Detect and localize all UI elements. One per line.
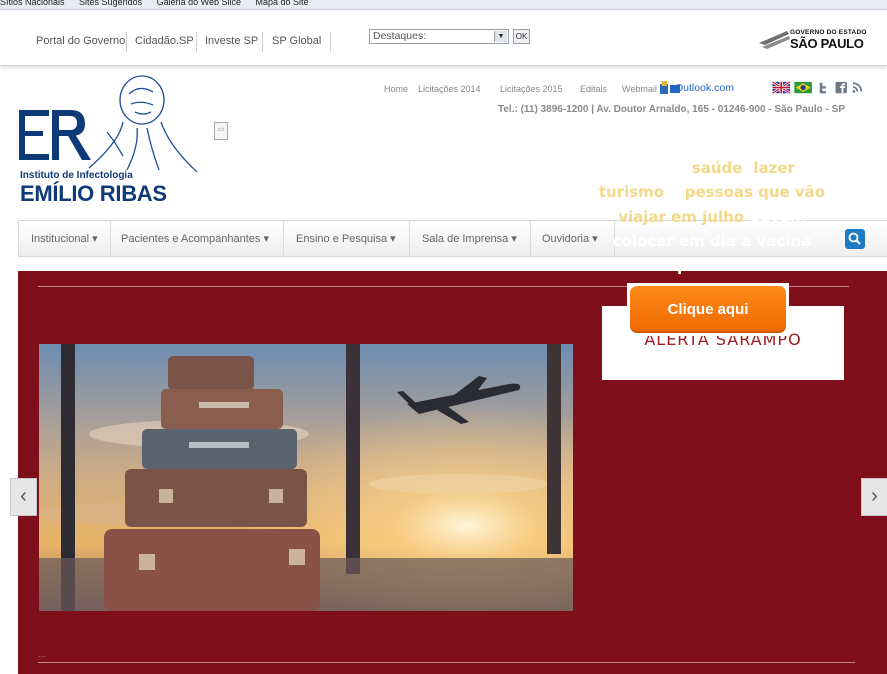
header-link-editais[interactable]: Editais	[580, 84, 607, 94]
divider	[262, 32, 263, 52]
social-icons	[771, 81, 863, 95]
rss-icon	[852, 82, 863, 93]
nav-item-label: Pacientes e Acompanhantes	[121, 233, 261, 245]
nav-item-label: Institucional	[31, 233, 90, 245]
brazil-flag-icon	[794, 81, 812, 94]
message-text: e	[664, 183, 685, 201]
header-link-licitacoes-2014[interactable]: Licitações 2014	[418, 84, 481, 94]
nav-item-ouvidoria[interactable]: Ouvidoria ▾	[542, 232, 598, 245]
gov-link-spglobal[interactable]: SP Global	[272, 35, 321, 47]
divider	[38, 662, 448, 663]
carousel-next-button[interactable]: ›	[861, 478, 887, 516]
browser-bookmarks-bar: Sítios Nacionais Sites Sugeridos Galeria…	[0, 0, 887, 10]
nav-item-label: Sala de Imprensa	[422, 233, 509, 245]
bookmark-item[interactable]: Sites Sugeridos	[79, 0, 142, 7]
divider	[283, 221, 284, 256]
nav-item-label: Ensino e Pesquisa	[296, 233, 388, 245]
bookmark-item[interactable]: Sítios Nacionais	[0, 0, 65, 7]
outlook-link[interactable]: Outlook.com	[675, 82, 734, 94]
facebook-icon	[835, 81, 847, 94]
header-link-licitacoes-2015[interactable]: Licitações 2015	[500, 84, 563, 94]
sao-paulo-logo-text: SÃO PAULO	[790, 36, 864, 51]
uk-flag-icon	[771, 81, 791, 95]
message-highlight: lazer	[753, 158, 795, 177]
divider	[409, 221, 410, 256]
header-link-home[interactable]: Home	[384, 84, 408, 94]
gov-link-investe[interactable]: Investe SP	[205, 35, 258, 47]
carousel-prev-button[interactable]: ‹	[10, 478, 37, 516]
nav-item-pacientes[interactable]: Pacientes e Acompanhantes ▾	[121, 232, 269, 245]
travel-photo	[39, 344, 573, 611]
government-bar: Portal do Governo Cidadão.SP Investe SP …	[0, 16, 887, 66]
contact-info: Tel.: (11) 3896-1200 | Av. Doutor Arnald…	[498, 104, 845, 115]
divider	[448, 662, 855, 663]
alert-message: Profissionais ligados às áreas de saúde,…	[596, 131, 828, 278]
divider	[126, 32, 127, 52]
nav-item-ensino[interactable]: Ensino e Pesquisa ▾	[296, 232, 396, 245]
emilio-ribas-logo[interactable]	[19, 72, 204, 172]
message-highlight: turismo	[598, 183, 665, 201]
nav-item-label: Ouvidoria	[542, 233, 590, 245]
search-icon	[848, 232, 861, 245]
bookmark-item[interactable]: Galeria do Web Slice	[157, 0, 241, 7]
twitter-icon	[819, 82, 826, 94]
divider	[110, 221, 111, 256]
cta-frame: Clique aqui	[627, 283, 789, 336]
divider	[330, 32, 331, 52]
sao-paulo-logo-small-text: GOVERNO DO ESTADO	[790, 29, 867, 36]
carousel-dots[interactable]: ...	[38, 652, 47, 659]
divider	[530, 221, 531, 256]
header-link-webmail[interactable]: Webmail	[622, 84, 657, 94]
destaques-select-label: Destaques:	[373, 30, 427, 42]
search-button[interactable]	[845, 229, 865, 249]
logo-title: EMÍLIO RIBAS	[20, 181, 167, 206]
gov-link-portal[interactable]: Portal do Governo	[36, 35, 125, 47]
clique-aqui-button[interactable]: Clique aqui	[630, 286, 786, 333]
message-highlight: saúde	[691, 158, 743, 177]
broken-image-icon: ▭	[214, 122, 228, 140]
divider	[196, 32, 197, 52]
nav-item-institucional[interactable]: Institucional ▾	[31, 232, 98, 245]
nav-item-imprensa[interactable]: Sala de Imprensa ▾	[422, 232, 517, 245]
chevron-down-icon[interactable]: ▼	[494, 31, 507, 42]
message-text: ,	[742, 158, 754, 177]
ok-button[interactable]: OK	[513, 29, 530, 44]
logo-subtitle: Instituto de Infectologia	[20, 170, 133, 181]
message-text: e	[794, 158, 811, 177]
gov-link-cidadao[interactable]: Cidadão.SP	[135, 35, 194, 47]
bookmark-item[interactable]: Mapa do Site	[256, 0, 309, 7]
